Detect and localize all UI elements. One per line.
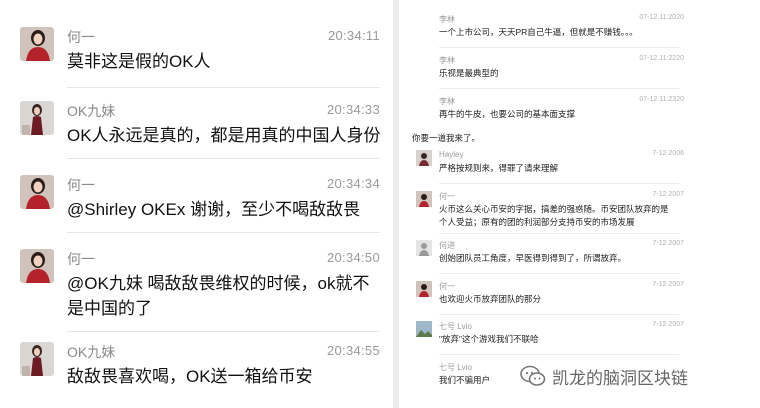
divider <box>67 331 380 332</box>
person-icon <box>416 240 432 256</box>
message-text: 敌敌畏喜欢喝，OK送一箱给币安 <box>67 367 313 386</box>
message-text: OK人永远是真的，都是用真的中国人身份 <box>67 126 381 145</box>
woman-red-dress-icon <box>416 281 432 297</box>
sender-name: 七号 Lvio <box>439 363 472 372</box>
sender-name: 何一 <box>67 177 95 193</box>
timestamp: 20:34:34 <box>326 176 380 191</box>
avatar[interactable] <box>20 249 54 283</box>
right-chat-panel: 李林 07-12 11:2020 一个上市公司，天天PR自己牛逼，但就是不赚钱。… <box>399 0 760 408</box>
divider <box>439 314 679 315</box>
message-text: 乐视是最典型的 <box>439 68 499 78</box>
timestamp: 7-12 2007 <box>652 281 684 288</box>
screenshot-frame: 何一 20:34:11 莫非这是假的OK人 OK九妹 20:34:33 OK人永… <box>0 0 760 408</box>
message-text: 严格按规则来，得罪了请来理解 <box>439 163 559 173</box>
woman-icon <box>416 150 432 166</box>
divider <box>439 47 679 48</box>
sender-name: 七号 Lvio <box>439 322 472 331</box>
sender-name: 何一 <box>67 29 95 45</box>
timestamp: 07-12 11:2020 <box>639 14 684 21</box>
timestamp: 20:34:33 <box>326 102 380 117</box>
divider <box>439 233 679 234</box>
message-text: 创始团队员工角度，早医得到得到了，所谓放弃。 <box>439 253 627 263</box>
message-text: 再牛的牛皮，也要公司的基本面支撑 <box>439 109 576 119</box>
avatar[interactable] <box>20 101 54 135</box>
timestamp: 7-12 2007 <box>652 321 684 328</box>
divider <box>439 273 679 274</box>
timestamp: 7-12 2007 <box>652 191 684 198</box>
message-text: 一个上市公司，天天PR自己牛逼，但就是不赚钱。。。 <box>439 27 638 37</box>
sender-name: 何一 <box>67 251 95 267</box>
message-text: 也欢迎火币放弃团队的那分 <box>439 294 542 304</box>
divider <box>439 354 679 355</box>
sender-name: 李林 <box>439 56 455 65</box>
divider <box>67 232 380 233</box>
left-chat-panel: 何一 20:34:11 莫非这是假的OK人 OK九妹 20:34:33 OK人永… <box>0 0 393 408</box>
watermark-label: 凯龙的脑洞区块链 <box>552 369 688 388</box>
timestamp: 07-12 11:2320 <box>639 96 684 103</box>
divider <box>439 183 679 184</box>
avatar[interactable] <box>416 240 432 256</box>
divider <box>439 88 679 89</box>
avatar[interactable] <box>416 281 432 297</box>
avatar[interactable] <box>20 342 54 376</box>
woman-red-dress-icon <box>20 27 54 61</box>
wechat-icon <box>520 365 546 386</box>
sender-name: Hayley <box>439 150 464 159</box>
timestamp: 7-12 2006 <box>652 150 684 157</box>
timestamp: 07-12 11:2220 <box>639 55 684 62</box>
timestamp: 20:34:55 <box>326 343 380 358</box>
landscape-avatar-icon <box>416 321 432 337</box>
avatar[interactable] <box>20 175 54 209</box>
divider <box>67 158 380 159</box>
woman-red-dress-icon <box>20 249 54 283</box>
inline-message: 你要一道我来了。 <box>412 133 481 143</box>
message-text: @Shirley OKEx 谢谢，至少不喝敌敌畏 <box>67 200 361 219</box>
avatar[interactable] <box>20 27 54 61</box>
message-text: 莫非这是假的OK人 <box>67 52 211 71</box>
message-text: "放弃"这个游戏我们不联哈 <box>439 334 539 344</box>
timestamp: 20:34:50 <box>326 250 380 265</box>
woman-red-dress-icon <box>20 175 54 209</box>
sender-name: OK九妹 <box>67 344 116 360</box>
sender-name: 何一 <box>439 282 455 291</box>
sender-name: OK九妹 <box>67 103 116 119</box>
avatar[interactable] <box>416 150 432 166</box>
timestamp: 7-12 2007 <box>652 240 684 247</box>
sender-name: 何进 <box>439 241 455 250</box>
avatar[interactable] <box>416 191 432 207</box>
woman-standing-icon <box>20 101 54 135</box>
timestamp: 20:34:11 <box>327 28 380 43</box>
message-text: 火币这么关心币安的字据，搞差的强惑随。币安团队放弃的是个人受益；原有的团的利润部… <box>439 204 669 227</box>
sender-name: 李林 <box>439 15 455 24</box>
sender-name: 李林 <box>439 97 455 106</box>
avatar[interactable] <box>416 321 432 337</box>
divider <box>67 87 380 88</box>
woman-standing-icon <box>20 342 54 376</box>
message-text: @OK九妹 喝敌敌畏维权的时候，ok就不是中国的了 <box>67 274 370 318</box>
woman-red-dress-icon <box>416 191 432 207</box>
sender-name: 何一 <box>439 192 455 201</box>
